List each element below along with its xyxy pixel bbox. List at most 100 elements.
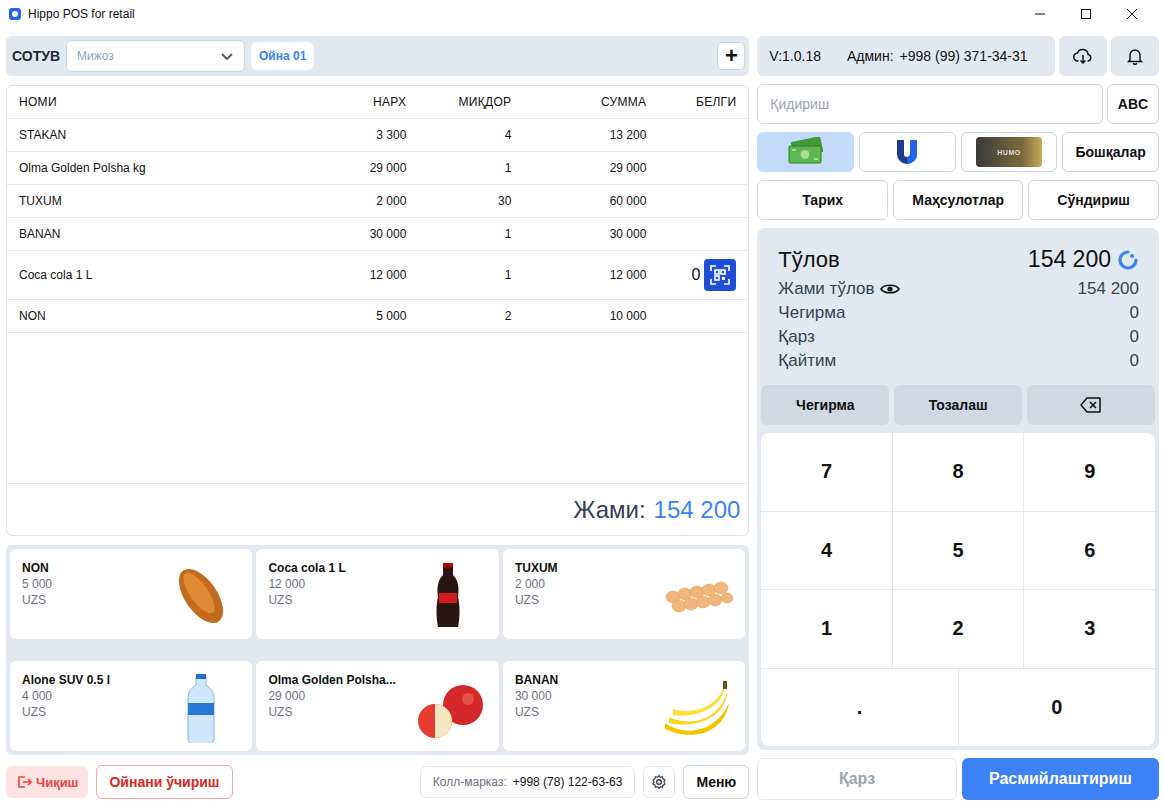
keypad-tools: ЧегирмаТозалаш: [761, 385, 1155, 425]
numpad-key[interactable]: 3: [1024, 590, 1155, 668]
exit-button[interactable]: Чиқиш: [6, 766, 88, 798]
qr-button[interactable]: [704, 259, 736, 291]
close-button[interactable]: [1109, 8, 1155, 20]
table-row[interactable]: STAKAN3 300413 200: [7, 119, 748, 152]
numpad-row: 456: [761, 512, 1155, 591]
numpad-key[interactable]: 4: [761, 512, 893, 590]
payment-label: Бошқалар: [1076, 144, 1146, 160]
table-row[interactable]: BANAN30 000130 000: [7, 218, 748, 251]
table-cell: 1: [406, 161, 511, 175]
payment-method[interactable]: Бошқалар: [1062, 132, 1159, 172]
eye-icon[interactable]: [880, 282, 900, 296]
product-info: Olma Golden Polsha...29 000UZS: [268, 673, 395, 741]
column-header[interactable]: БЕЛГИ: [646, 95, 736, 109]
cash-icon: [784, 137, 828, 167]
summary-value: 154 200: [1078, 279, 1139, 299]
numpad-key[interactable]: .: [761, 669, 958, 747]
maximize-button[interactable]: [1063, 8, 1109, 20]
column-header[interactable]: СУММА: [511, 95, 646, 109]
cola-icon: [413, 561, 489, 629]
numpad-key[interactable]: 6: [1024, 512, 1155, 590]
numpad-key[interactable]: 7: [761, 433, 893, 511]
checkout-button[interactable]: Расмийлаштириш: [962, 758, 1159, 800]
numpad-key[interactable]: 9: [1024, 433, 1155, 511]
table-cell: 30 000: [511, 227, 646, 241]
call-center-label: Колл-марказ:: [433, 775, 507, 789]
chevron-down-icon: [220, 49, 234, 63]
table-total: Жами:154 200: [7, 483, 748, 535]
payment-summary: Тўлов154 200Жами тўлов154 200Чегирма0Қар…: [761, 228, 1155, 385]
column-header[interactable]: НАРХ: [296, 95, 406, 109]
settings-button[interactable]: [643, 766, 675, 798]
product-currency: UZS: [22, 593, 52, 607]
table-cell: 13 200: [511, 128, 646, 142]
keypad-tool-button[interactable]: Чегирма: [761, 385, 889, 425]
search-row: ABC: [757, 84, 1159, 124]
table-row[interactable]: Olma Golden Polsha kg29 000129 000: [7, 152, 748, 185]
product-card[interactable]: TUXUM2 000UZS: [503, 549, 745, 639]
numpad-key[interactable]: 0: [959, 669, 1155, 747]
keyboard-button[interactable]: ABC: [1107, 84, 1159, 124]
humo-card: HUMO: [976, 137, 1042, 167]
column-header[interactable]: МИҚДОР: [406, 95, 511, 109]
product-card[interactable]: Coca cola 1 L12 000UZS: [256, 549, 498, 639]
backspace-button[interactable]: [1027, 385, 1155, 425]
numpad-key[interactable]: 5: [893, 512, 1025, 590]
left-column: СОТУВМижозОйна 01+НОМИНАРХМИҚДОРСУММАБЕЛ…: [6, 36, 749, 800]
admin-phone: +998 (99) 371-34-31: [900, 48, 1028, 64]
call-center: Колл-марказ: +998 (78) 122-63-63: [420, 766, 636, 798]
close-window-button[interactable]: Ойнани ўчириш: [96, 765, 232, 799]
right-column: V:1.0.18Админ:+998 (99) 371-34-31ABCHUMO…: [757, 36, 1159, 800]
payment-total-value-wrap: 154 200: [1028, 246, 1139, 273]
table-row[interactable]: NON5 000210 000: [7, 300, 748, 333]
call-center-phone: +998 (78) 122-63-63: [513, 775, 623, 789]
sync-button[interactable]: [1059, 36, 1107, 76]
table-row[interactable]: Coca cola 1 L12 000112 0000: [7, 251, 748, 300]
table-body: STAKAN3 300413 200Olma Golden Polsha kg2…: [7, 119, 748, 483]
window-tab[interactable]: Ойна 01: [251, 42, 314, 70]
debt-button[interactable]: Қарз: [757, 758, 956, 800]
column-header[interactable]: НОМИ: [19, 95, 296, 109]
numpad-key[interactable]: 8: [893, 433, 1025, 511]
product-currency: UZS: [268, 705, 395, 719]
summary-label: Қарз: [778, 327, 814, 347]
menu-button[interactable]: Меню: [683, 765, 749, 799]
numpad-row: 123: [761, 590, 1155, 669]
notifications-button[interactable]: [1111, 36, 1159, 76]
summary-label-wrap: Чегирма: [778, 303, 845, 323]
action-button[interactable]: Маҳсулотлар: [893, 180, 1024, 220]
table-cell: TUXUM: [19, 194, 296, 208]
payment-method[interactable]: [859, 132, 956, 172]
payment-total-value: 154 200: [1028, 246, 1111, 273]
summary-label: Жами тўлов: [778, 279, 874, 299]
product-currency: UZS: [22, 705, 110, 719]
window-title: Hippo POS for retail: [28, 7, 135, 21]
table-cell: 10 000: [511, 309, 646, 323]
table-cell: Coca cola 1 L: [19, 268, 296, 282]
add-window-button[interactable]: +: [717, 42, 745, 70]
checkout-bar: ҚарзРасмийлаштириш: [757, 758, 1159, 800]
payment-method[interactable]: [757, 132, 854, 172]
product-card[interactable]: Alone SUV 0.5 l4 000UZS: [10, 661, 252, 751]
payment-method[interactable]: HUMO: [961, 132, 1058, 172]
action-button[interactable]: Тарих: [757, 180, 888, 220]
product-price: 4 000: [22, 689, 110, 703]
numpad-key[interactable]: 1: [761, 590, 893, 668]
search-input[interactable]: [757, 84, 1103, 124]
keypad-tool-button[interactable]: Тозалаш: [894, 385, 1022, 425]
total-value: 154 200: [654, 496, 741, 524]
numpad-key[interactable]: 2: [893, 590, 1025, 668]
eggs-icon: [659, 561, 735, 629]
action-button[interactable]: Сўндириш: [1028, 180, 1159, 220]
payment-panel: Тўлов154 200Жами тўлов154 200Чегирма0Қар…: [757, 228, 1159, 750]
minimize-button[interactable]: [1017, 8, 1063, 20]
product-card[interactable]: NON5 000UZS: [10, 549, 252, 639]
product-name: BANAN: [515, 673, 558, 687]
summary-value: 0: [1130, 351, 1139, 371]
customer-select[interactable]: Мижоз: [66, 40, 245, 72]
table-row[interactable]: TUXUM2 0003060 000: [7, 185, 748, 218]
admin-label: Админ:: [847, 48, 894, 64]
product-card[interactable]: Olma Golden Polsha...29 000UZS: [256, 661, 498, 751]
product-card[interactable]: BANAN30 000UZS: [503, 661, 745, 751]
version-info: V:1.0.18Админ:+998 (99) 371-34-31: [757, 36, 1055, 76]
